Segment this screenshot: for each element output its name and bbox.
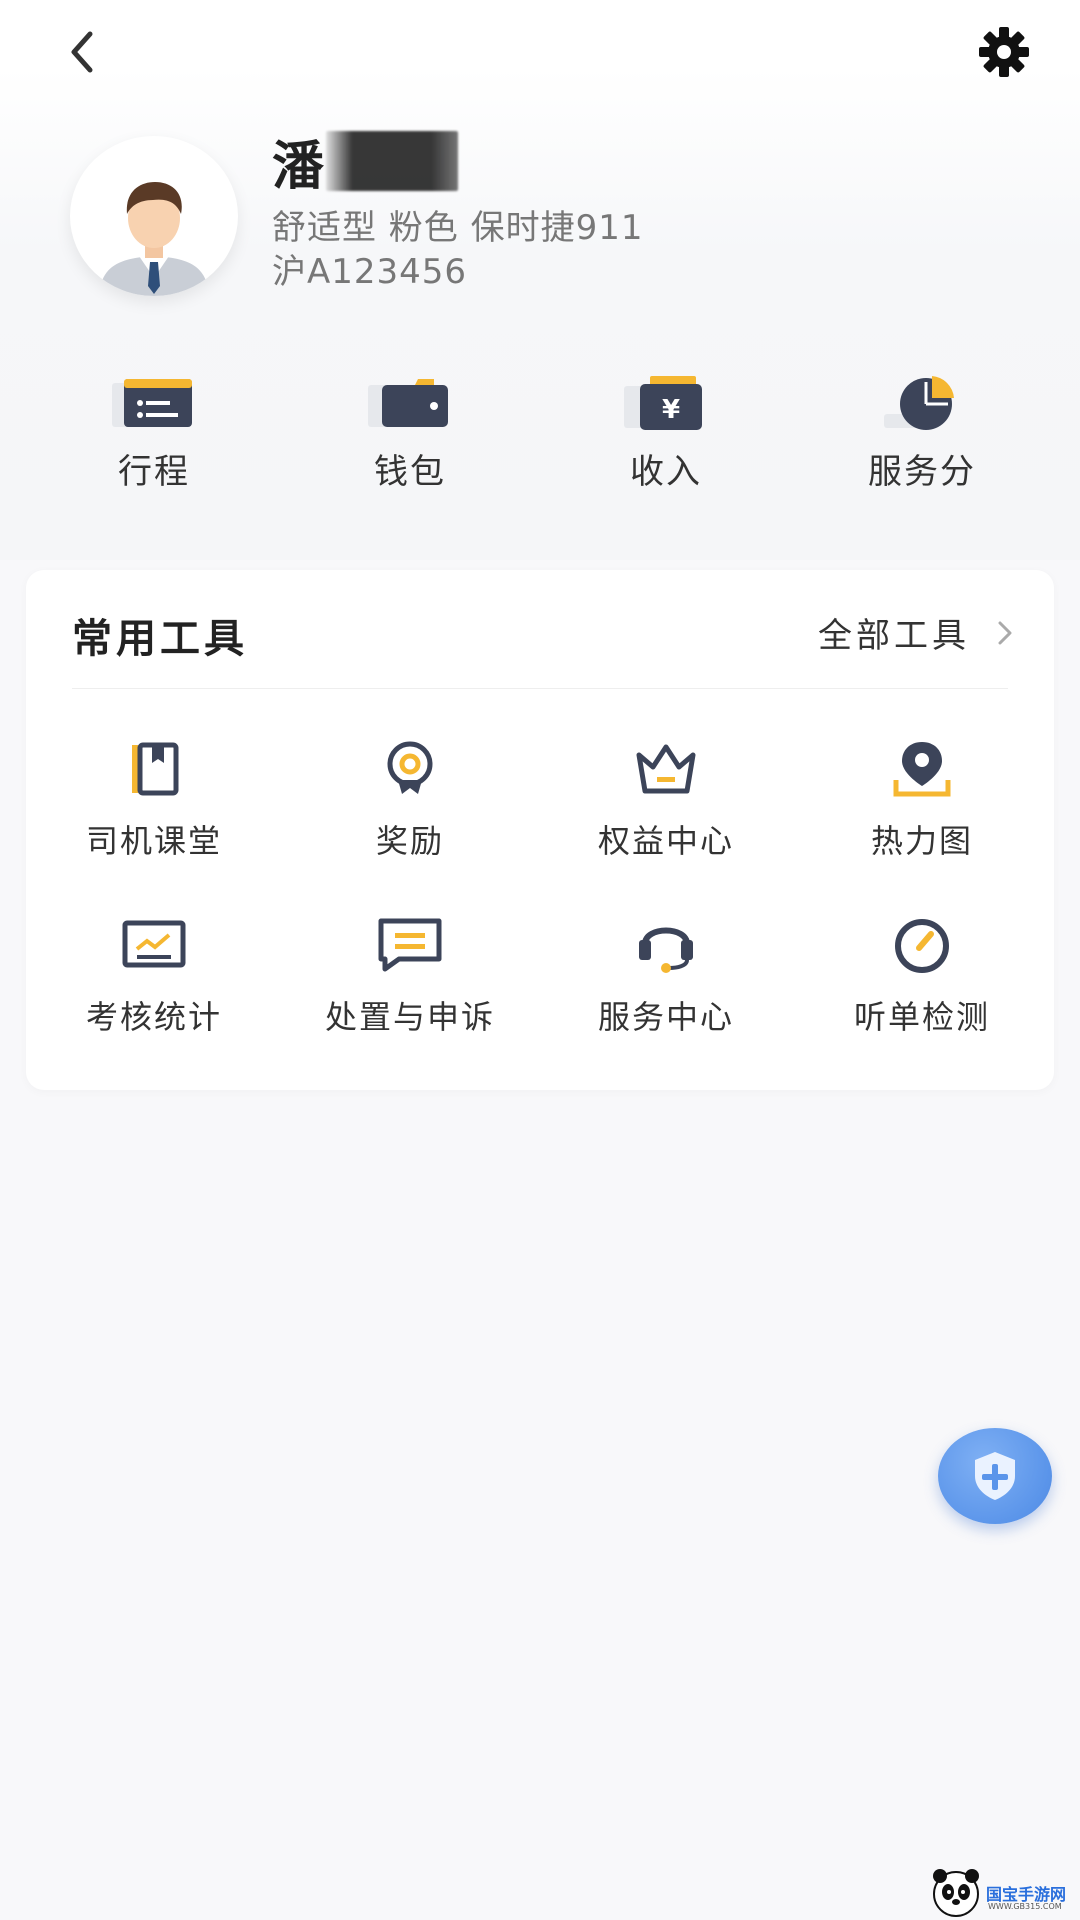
- tool-driver-class-label: 司机课堂: [85, 822, 222, 860]
- license-plate: 沪A123456: [272, 252, 468, 292]
- tool-disposal-appeal-label: 处置与申诉: [324, 998, 495, 1036]
- headset-icon: [639, 927, 693, 973]
- itinerary-card-icon: [112, 379, 192, 427]
- tool-reward-label: 奖励: [375, 822, 444, 860]
- wallet-icon: [368, 379, 448, 427]
- quick-service-score-label: 服务分: [868, 452, 976, 492]
- chevron-right-icon: [998, 621, 1012, 644]
- award-badge-icon: [387, 741, 433, 794]
- quick-income[interactable]: ¥ 收入: [538, 370, 794, 500]
- panda-logo-icon: [933, 1869, 979, 1917]
- top-nav: [0, 0, 1080, 110]
- tools-card-header: 常用工具 全部工具: [26, 570, 1054, 688]
- tool-heatmap-label: 热力图: [870, 822, 973, 860]
- car-info: 舒适型 粉色 保时捷911: [272, 208, 644, 248]
- tool-disposal-appeal[interactable]: 处置与申诉: [282, 896, 538, 1072]
- chevron-left-icon: [71, 31, 93, 73]
- tool-order-detection-label: 听单检测: [853, 998, 990, 1036]
- crown-icon: [636, 744, 696, 794]
- quick-wallet-label: 钱包: [374, 452, 446, 492]
- tools-grid: 司机课堂 奖励 权益中心 热力图 考核统计 处置与申诉 服务中心 听单检测: [26, 720, 1054, 1072]
- back-button[interactable]: [52, 22, 112, 82]
- message-icon: [378, 918, 442, 972]
- all-tools-link[interactable]: 全部工具: [818, 608, 1014, 657]
- tool-reward[interactable]: 奖励: [282, 720, 538, 896]
- driver-name: 潘: [272, 136, 327, 197]
- svg-text:¥: ¥: [662, 395, 680, 425]
- tool-assessment-stats-label: 考核统计: [85, 998, 222, 1036]
- tool-service-center-label: 服务中心: [597, 998, 734, 1036]
- driver-profile: 潘 舒适型 粉色 保时捷911 沪A123456: [0, 120, 1080, 300]
- chart-board-icon: [122, 920, 186, 968]
- avatar[interactable]: [70, 136, 238, 296]
- gear-icon: [979, 27, 1029, 77]
- gauge-icon: [895, 919, 949, 973]
- shield-plus-icon: [975, 1452, 1015, 1500]
- name-redaction: [326, 131, 459, 191]
- quick-wallet[interactable]: 钱包: [282, 370, 538, 500]
- tool-driver-class[interactable]: 司机课堂: [26, 720, 282, 896]
- safety-shield-button[interactable]: [938, 1428, 1052, 1524]
- location-pin-icon: [893, 742, 951, 797]
- tool-benefits-center-label: 权益中心: [597, 822, 734, 860]
- watermark-sub: WWW.GB315.COM: [988, 1902, 1062, 1911]
- book-icon: [132, 742, 179, 796]
- driver-avatar-icon: [99, 182, 209, 296]
- common-tools-card: 常用工具 全部工具 司机课堂 奖励 权益中心 热力图 考核统计 处置与申诉 服务…: [26, 570, 1054, 1090]
- quick-itinerary-label: 行程: [118, 452, 190, 492]
- tool-heatmap[interactable]: 热力图: [794, 720, 1050, 896]
- income-yen-icon: ¥: [624, 376, 702, 430]
- tool-assessment-stats[interactable]: 考核统计: [26, 896, 282, 1072]
- tools-card-divider: [72, 688, 1008, 689]
- driver-name-row: 潘: [272, 126, 459, 197]
- pie-score-icon: [884, 376, 954, 430]
- quick-actions: 行程 钱包 ¥ 收入 服务分: [0, 370, 1080, 500]
- quick-itinerary[interactable]: 行程: [26, 370, 282, 500]
- watermark: 国宝手游网 WWW.GB315.COM: [930, 1866, 1080, 1920]
- quick-income-label: 收入: [630, 452, 702, 492]
- all-tools-label: 全部工具: [818, 616, 970, 656]
- quick-service-score[interactable]: 服务分: [794, 370, 1050, 500]
- tool-benefits-center[interactable]: 权益中心: [538, 720, 794, 896]
- tool-service-center[interactable]: 服务中心: [538, 896, 794, 1072]
- settings-button[interactable]: [974, 22, 1034, 82]
- tools-card-title: 常用工具: [72, 616, 248, 662]
- tool-order-detection[interactable]: 听单检测: [794, 896, 1050, 1072]
